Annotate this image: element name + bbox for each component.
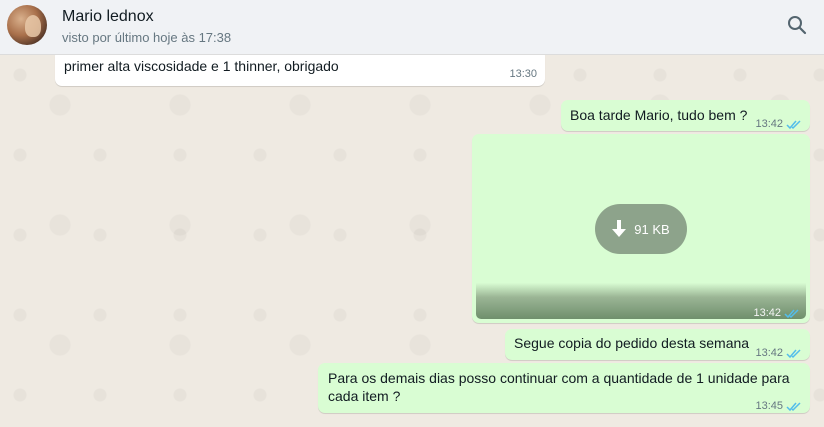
download-arrow-icon bbox=[612, 220, 627, 237]
chat-area[interactable]: primer alta viscosidade e 1 thinner, obr… bbox=[0, 55, 824, 427]
read-ticks-icon bbox=[786, 349, 801, 359]
message-text: Boa tarde Mario, tudo bem ? bbox=[570, 107, 748, 123]
document-preview[interactable]: 91 KB 13:42 bbox=[476, 138, 806, 319]
message-time: 13:42 bbox=[755, 115, 802, 134]
download-button[interactable]: 91 KB bbox=[595, 204, 687, 254]
read-ticks-icon bbox=[786, 402, 801, 412]
message-text: primer alta viscosidade e 1 thinner, obr… bbox=[64, 58, 339, 74]
message-document[interactable]: 91 KB 13:42 bbox=[472, 134, 810, 323]
message-text-line-2: cada item ? bbox=[328, 388, 401, 404]
message-outgoing[interactable]: Segue copia do pedido desta semana 13:42 bbox=[505, 329, 810, 360]
avatar[interactable] bbox=[7, 5, 47, 45]
message-incoming[interactable]: primer alta viscosidade e 1 thinner, obr… bbox=[55, 55, 545, 86]
message-text: Segue copia do pedido desta semana bbox=[514, 335, 750, 351]
message-time: 13:45 bbox=[755, 397, 802, 416]
message-time-label: 13:42 bbox=[755, 347, 783, 359]
message-time: 13:30 bbox=[509, 65, 537, 84]
message-time-label: 13:42 bbox=[753, 307, 781, 319]
read-ticks-icon bbox=[784, 309, 799, 319]
message-time-label: 13:45 bbox=[755, 400, 783, 412]
message-outgoing[interactable]: Boa tarde Mario, tudo bem ? 13:42 bbox=[561, 100, 810, 131]
message-time-label: 13:42 bbox=[755, 118, 783, 130]
contact-name[interactable]: Mario lednox bbox=[62, 8, 154, 26]
message-outgoing[interactable]: Para os demais dias posso continuar com … bbox=[318, 363, 810, 413]
search-button[interactable] bbox=[784, 12, 810, 38]
message-time-label: 13:30 bbox=[509, 68, 537, 80]
read-ticks-icon bbox=[786, 120, 801, 130]
message-time: 13:42 bbox=[753, 304, 800, 319]
chat-header: Mario lednox visto por último hoje às 17… bbox=[0, 0, 824, 55]
message-text-line-1: Para os demais dias posso continuar com … bbox=[328, 370, 790, 386]
search-icon bbox=[788, 16, 807, 35]
download-size: 91 KB bbox=[634, 221, 670, 237]
message-time: 13:42 bbox=[755, 344, 802, 363]
last-seen-status: visto por último hoje às 17:38 bbox=[62, 30, 232, 45]
